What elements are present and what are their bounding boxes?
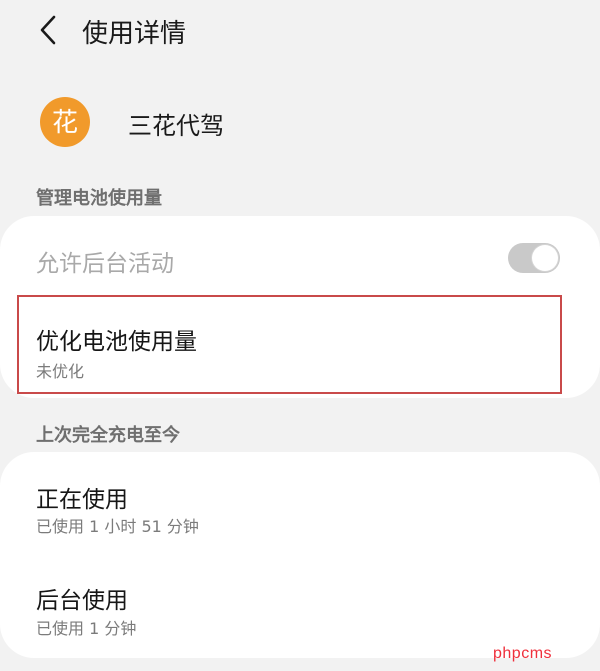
usage-card: 正在使用 已使用 1 小时 51 分钟 后台使用 已使用 1 分钟 [0,452,600,658]
top-bar: 使用详情 [0,0,600,64]
background-usage-row[interactable]: 后台使用 已使用 1 分钟 [0,554,600,656]
battery-settings-card: 允许后台活动 优化电池使用量 未优化 [0,216,600,398]
app-logo-glyph: 花 [52,108,78,138]
background-usage-title: 后台使用 [36,588,128,614]
app-header: 花 三花代驾 [0,90,600,156]
background-usage-duration: 已使用 1 分钟 [36,619,137,638]
app-name: 三花代驾 [128,112,224,140]
foreground-usage-row[interactable]: 正在使用 已使用 1 小时 51 分钟 [0,452,600,554]
chevron-left-icon [40,15,56,45]
highlight-frame [17,295,562,394]
section-title-battery: 管理电池使用量 [36,188,162,209]
allow-background-toggle[interactable] [508,243,560,273]
allow-background-label: 允许后台活动 [36,251,174,277]
app-logo-icon: 花 [40,97,90,147]
back-button[interactable] [28,10,68,50]
page-title: 使用详情 [82,19,187,49]
toggle-knob [532,245,558,271]
foreground-usage-duration: 已使用 1 小时 51 分钟 [36,517,199,536]
foreground-usage-title: 正在使用 [36,487,128,513]
section-title-charge: 上次完全充电至今 [36,425,180,446]
watermark: phpcms [493,645,553,662]
allow-background-row: 允许后台活动 [0,216,600,296]
